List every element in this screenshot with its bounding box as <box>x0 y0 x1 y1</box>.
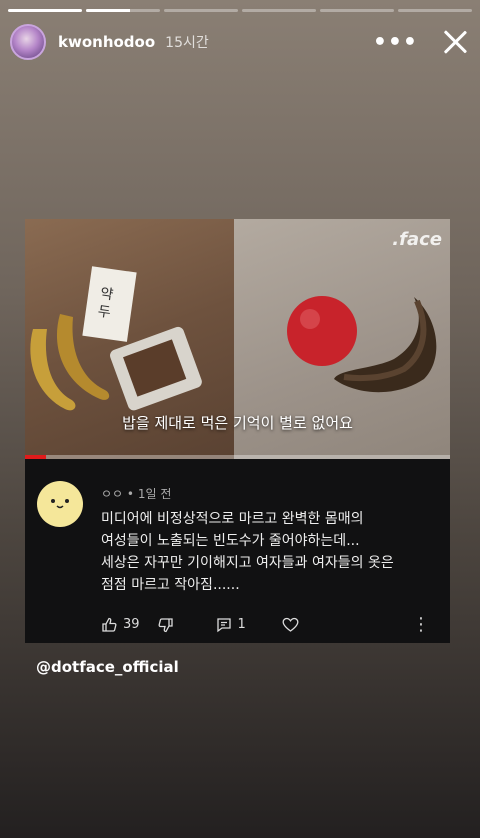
comment-time: 1일 전 <box>137 487 172 501</box>
comment-line: 미디어에 비정상적으로 마르고 완벽한 몸매의 <box>101 511 364 527</box>
svg-text:두: 두 <box>97 304 112 322</box>
story-segment-fill <box>86 9 131 12</box>
heart-button[interactable] <box>282 617 299 633</box>
video-caption: 밥을 제대로 먹은 기억이 별로 없어요 <box>122 414 353 432</box>
comment-item: ㅇㅇ • 1일 전 미디어에 비정상적으로 마르고 완벽한 몸매의 여성들이 노… <box>25 459 450 635</box>
video-frame[interactable]: 약 두 .face 밥을 제대로 먹은 기억이 별로 없어요 <box>25 219 450 459</box>
like-count: 39 <box>123 617 140 632</box>
heart-icon <box>282 617 299 632</box>
story-segment <box>86 9 160 12</box>
comment-line: 세상은 자꾸만 기이해지고 여자들과 여자들의 옷은 <box>101 555 394 571</box>
commenter-avatar <box>37 481 83 527</box>
story-segment <box>164 9 238 12</box>
thumbs-down-icon <box>158 617 173 632</box>
comment-author: ㅇㅇ <box>101 487 124 501</box>
comment-more-button[interactable]: ⋮ <box>412 614 430 635</box>
dotface-logo: .face <box>392 229 442 250</box>
credit-mention[interactable]: @dotface_official <box>36 658 179 676</box>
story-segment <box>8 9 82 12</box>
story-segment <box>320 9 394 12</box>
comment-text: 미디어에 비정상적으로 마르고 완벽한 몸매의 여성들이 노출되는 빈도수가 줄… <box>101 508 432 596</box>
story-segment-fill <box>8 9 82 12</box>
like-button[interactable]: 39 <box>101 617 140 633</box>
avatar[interactable] <box>10 24 46 60</box>
story-progress-bar <box>8 9 472 12</box>
comment-actions: 39 1 ⋮ <box>101 614 432 635</box>
thumbs-up-icon <box>102 617 117 632</box>
svg-text:약: 약 <box>99 286 114 304</box>
dislike-button[interactable] <box>158 617 174 633</box>
username[interactable]: kwonhodoo <box>58 33 155 51</box>
post-time: 15시간 <box>165 35 209 51</box>
comment-line: 여성들이 노출되는 빈도수가 줄어야하는데... <box>101 533 360 549</box>
reply-icon <box>216 617 231 632</box>
comment-line: 점점 마르고 작아짐...... <box>101 577 240 593</box>
reply-button[interactable]: 1 <box>216 617 246 633</box>
story-segment <box>242 9 316 12</box>
comment-meta: ㅇㅇ • 1일 전 <box>101 485 432 502</box>
more-options-button[interactable]: ••• <box>373 30 418 55</box>
close-button[interactable] <box>442 29 468 55</box>
story-header: kwonhodoo 15시간 ••• <box>10 22 468 62</box>
story-segment <box>398 9 472 12</box>
meta-separator: • <box>126 487 138 501</box>
shared-video-card[interactable]: 약 두 .face 밥을 제대로 먹은 기억이 별로 없어요 ㅇㅇ • 1일 전… <box>25 219 450 643</box>
reply-count: 1 <box>237 617 246 632</box>
